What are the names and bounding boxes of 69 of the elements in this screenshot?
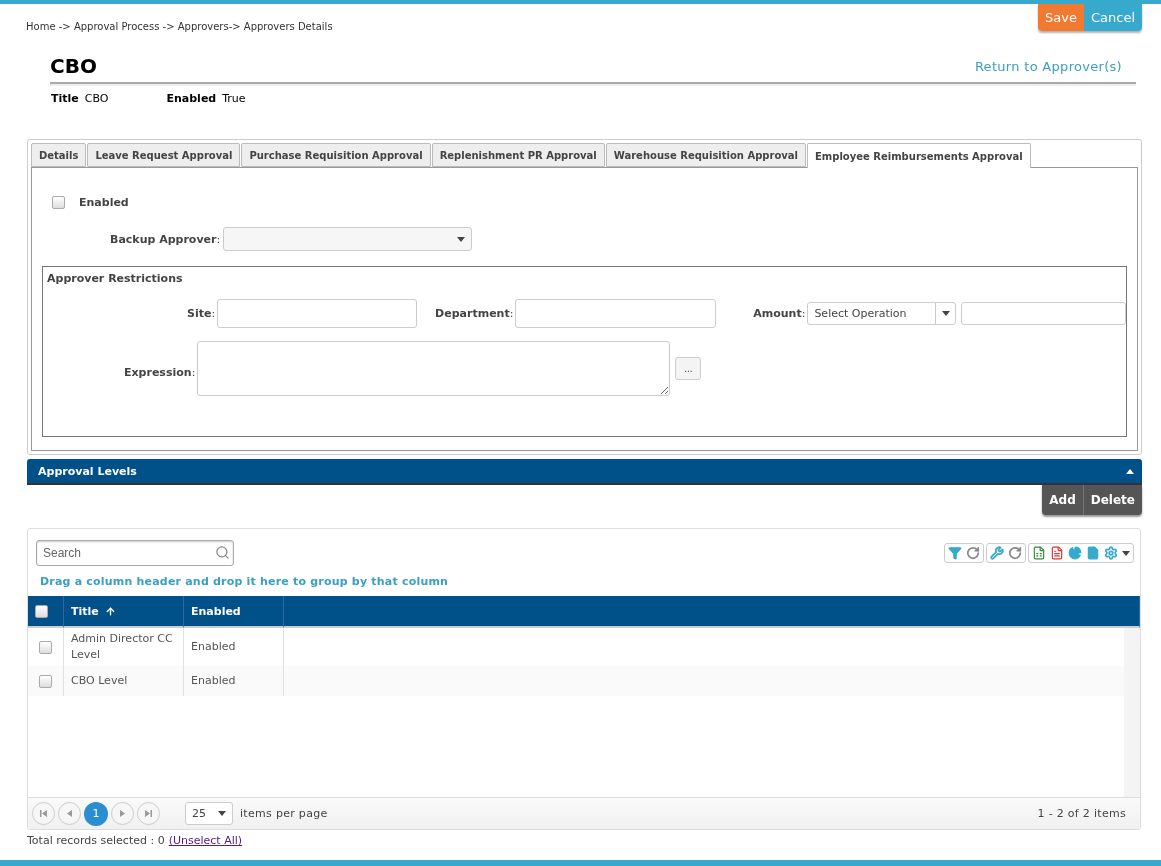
next-icon	[119, 810, 126, 817]
checkbox[interactable]	[52, 196, 65, 209]
page-title: CBO	[50, 54, 97, 78]
next-page-button[interactable]	[111, 802, 134, 825]
table-cell: Enabled	[191, 673, 236, 689]
meta-label: Title	[51, 92, 79, 105]
last-page-button[interactable]	[137, 802, 160, 825]
operation-dropdown[interactable]: Select Operation	[807, 302, 956, 325]
backup-approver-dropdown[interactable]	[223, 227, 473, 251]
previous-page-button[interactable]	[58, 802, 81, 825]
row-checkbox[interactable]	[39, 674, 52, 688]
last-page-icon	[145, 810, 152, 817]
site-label: Site:	[187, 307, 216, 320]
meta-value: True	[222, 92, 246, 105]
expression-field[interactable]	[197, 341, 671, 396]
selection-count: Total records selected : 0	[27, 834, 165, 847]
spreadsheet-icon[interactable]	[1032, 546, 1046, 560]
tab[interactable]: Leave Request Approval	[87, 143, 241, 167]
page-size-dropdown[interactable]: 25	[185, 802, 233, 825]
refresh-icon[interactable]	[1008, 546, 1022, 560]
meta-label: Enabled	[166, 92, 217, 105]
add-button[interactable]: Add	[1042, 485, 1084, 515]
tab[interactable]: Replenishment PR Approval	[431, 143, 605, 167]
panel-title: Approval Levels	[38, 464, 137, 478]
page-size-label: items per page	[240, 807, 328, 820]
tab[interactable]: Purchase Requisition Approval	[241, 143, 431, 167]
table-cell-text: Admin Director CC Level	[71, 631, 174, 663]
tab[interactable]: Details	[31, 143, 87, 167]
caret-icon[interactable]	[1122, 550, 1130, 556]
page-button[interactable]: 1	[84, 801, 108, 826]
table-cell: CBO Level	[71, 673, 128, 689]
file-icon[interactable]	[1086, 546, 1100, 560]
meta-value: CBO	[84, 92, 109, 105]
unselect-all-link[interactable]: (Unselect All)	[168, 834, 243, 847]
tab[interactable]: Employee Reimbursements Approval	[807, 143, 1031, 168]
tab[interactable]: Warehouse Requisition Approval	[605, 143, 806, 167]
wrench-icon[interactable]	[990, 546, 1004, 560]
approval-levels-bar[interactable]: Approval Levels	[27, 459, 1142, 485]
first-page-button[interactable]	[32, 802, 55, 825]
enabled-label: Enabled	[79, 196, 129, 209]
search-icon	[215, 545, 230, 560]
amount-label: Amount:	[753, 307, 806, 320]
caret-icon	[941, 311, 950, 316]
column-header[interactable]: Title	[71, 604, 116, 618]
caret-icon	[457, 236, 466, 242]
document-icon[interactable]	[1050, 546, 1064, 560]
filter-icon[interactable]	[948, 546, 962, 560]
caret-icon	[218, 811, 226, 816]
breadcrumb: Home -> Approval Process -> Approvers-> Approvers Details	[26, 21, 333, 32]
pager-summary: 1 - 2 of 2 items	[1037, 807, 1126, 820]
row-checkbox[interactable]	[39, 640, 52, 654]
department-field[interactable]	[515, 299, 716, 328]
pie-chart-icon[interactable]	[1068, 546, 1082, 560]
expression-button[interactable]: ...	[675, 357, 702, 380]
backup-approver-label: Backup Approver:	[110, 232, 221, 246]
site-field[interactable]	[217, 299, 418, 328]
select-all-checkbox[interactable]	[35, 604, 48, 618]
previous-icon	[66, 810, 73, 817]
refresh-icon[interactable]	[966, 546, 980, 560]
search-field[interactable]: Search	[36, 540, 234, 566]
first-page-icon	[40, 810, 47, 817]
delete-button[interactable]: Delete	[1083, 485, 1142, 515]
scrollbar[interactable]	[1124, 628, 1140, 797]
table-cell: Enabled	[191, 639, 236, 655]
group-hint: Drag a column header and drop it here to group by that column	[39, 574, 450, 590]
department-label: Department:	[435, 307, 514, 320]
restrictions-title: Approver Restrictions	[47, 272, 183, 285]
expression-label: Expression:	[124, 366, 196, 379]
amount-field[interactable]	[961, 302, 1126, 325]
